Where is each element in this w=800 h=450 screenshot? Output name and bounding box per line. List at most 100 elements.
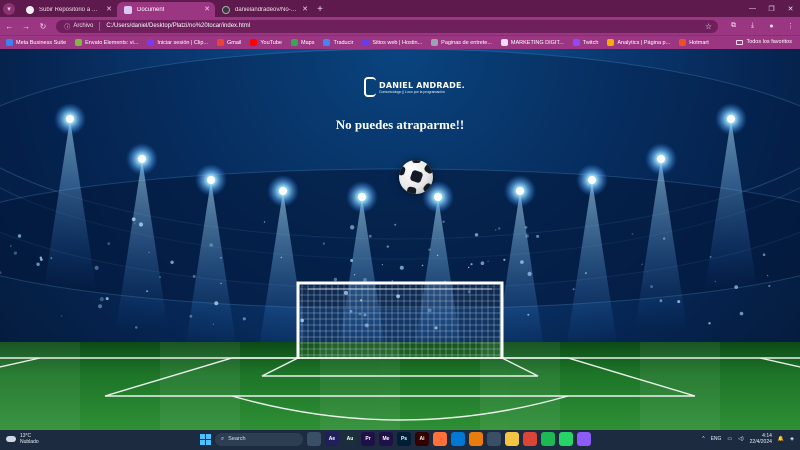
tab-search-button[interactable]: ▾: [3, 3, 15, 15]
bookmark-item[interactable]: Gmail: [217, 39, 241, 46]
document-icon: [124, 6, 132, 14]
calendar-icon[interactable]: [487, 432, 501, 446]
crowd-bokeh: [762, 253, 766, 256]
windows-start-icon[interactable]: [200, 433, 211, 445]
notification-bell-icon[interactable]: 🔔: [778, 436, 784, 442]
weather-desc: Nublado: [20, 439, 39, 445]
crowd-bokeh: [768, 284, 771, 288]
close-window-icon[interactable]: ✕: [781, 0, 800, 17]
brace-left-icon: [364, 77, 376, 97]
all-bookmarks-button[interactable]: Todos los favoritos: [736, 39, 792, 45]
site-info-chip[interactable]: ⓘ Archivo: [64, 21, 101, 31]
crowd-bokeh: [159, 275, 162, 279]
crowd-bokeh: [503, 258, 506, 261]
soccer-ball[interactable]: [399, 160, 433, 194]
taskbar-search[interactable]: ⌕ Search: [215, 432, 303, 446]
tab-title: danielandradeov/No-me-pued...: [235, 6, 297, 13]
photoshop-icon[interactable]: Ps: [397, 432, 411, 446]
chrome-icon[interactable]: [523, 432, 537, 446]
bookmark-favicon-icon: [291, 39, 298, 46]
address-bar[interactable]: ⓘ Archivo C:/Users/daniel/Desktop/Platzi…: [56, 19, 718, 33]
vscode-icon[interactable]: [451, 432, 465, 446]
bookmark-favicon-icon: [500, 39, 508, 46]
crowd-bokeh: [663, 237, 666, 240]
folder-icon[interactable]: [505, 432, 519, 446]
stadium-light: [434, 193, 442, 201]
bookmark-item[interactable]: Iniciar sesión | Clip...: [147, 39, 208, 46]
reload-icon[interactable]: ↻: [36, 19, 51, 34]
crowd-bokeh: [98, 304, 103, 309]
browser-toolbar: ← → ↻ ⓘ Archivo C:/Users/daniel/Desktop/…: [0, 17, 800, 35]
after-effects-icon[interactable]: Ae: [325, 432, 339, 446]
bookmark-favicon-icon: [6, 39, 13, 46]
bookmark-item[interactable]: Maps: [291, 39, 314, 46]
stadium-light: [516, 187, 524, 195]
crowd-bokeh: [36, 262, 40, 266]
weather-widget[interactable]: 13°C Nublado: [6, 433, 39, 445]
minimize-icon[interactable]: —: [743, 0, 762, 17]
crowd-bokeh: [99, 297, 104, 302]
close-icon[interactable]: ✕: [302, 5, 308, 13]
illustrator-icon[interactable]: Ai: [415, 432, 429, 446]
bookmark-item[interactable]: Envato Elements: vi...: [75, 39, 138, 46]
tab-subir-repositorio[interactable]: Subir Repositorio a GitHub ✕: [19, 2, 117, 17]
tab-github-repo[interactable]: danielandradeov/No-me-pued... ✕: [215, 2, 313, 17]
bookmark-item[interactable]: Hotmart: [679, 39, 709, 46]
tab-document[interactable]: Document ✕: [117, 2, 215, 17]
bookmark-item[interactable]: Paginas de entrete...: [431, 39, 492, 46]
clock[interactable]: 4:14 22/4/2024: [750, 433, 772, 445]
download-icon[interactable]: ⤓: [743, 19, 762, 34]
bookmark-label: Sitios web | Hostin...: [372, 39, 423, 46]
bookmark-star-icon[interactable]: ☆: [705, 22, 712, 31]
crowd-bokeh: [442, 220, 445, 223]
audition-icon[interactable]: Au: [343, 432, 357, 446]
ball-patch: [406, 186, 417, 194]
whatsapp-icon[interactable]: [559, 432, 573, 446]
extensions-icon[interactable]: ⧉: [724, 19, 743, 34]
more-menu-icon[interactable]: ⋮: [781, 19, 800, 34]
close-icon[interactable]: ✕: [204, 5, 210, 13]
crowd-bokeh: [94, 265, 99, 270]
crowd-bokeh: [10, 245, 12, 247]
bookmark-item[interactable]: Sitios web | Hostin...: [362, 39, 422, 46]
site-info-label: Archivo: [73, 23, 94, 29]
chevron-up-icon[interactable]: ^: [702, 436, 704, 442]
firefox-icon[interactable]: [433, 432, 447, 446]
file-manager-icon[interactable]: [307, 432, 321, 446]
bookmark-label: Analytics | Página p...: [617, 39, 671, 46]
bookmark-item[interactable]: MARKETING DIGIT...: [500, 39, 564, 46]
volume-icon[interactable]: ◁): [738, 436, 744, 442]
media-encoder-icon[interactable]: Me: [379, 432, 393, 446]
ball-patch: [412, 160, 421, 163]
bookmark-label: Gmail: [227, 39, 242, 46]
crowd-bokeh: [631, 233, 634, 235]
maximize-icon[interactable]: ❐: [762, 0, 781, 17]
bookmark-favicon-icon: [147, 39, 155, 46]
blender-icon[interactable]: [469, 432, 483, 446]
close-icon[interactable]: ✕: [106, 5, 112, 13]
crowd-bokeh: [734, 285, 739, 289]
bookmark-item[interactable]: Traducir: [323, 39, 353, 46]
windows-taskbar: 13°C Nublado ⌕ Search Ae Au Pr Me Ps Ai ^ ENG…: [0, 430, 800, 450]
crowd-bokeh: [399, 265, 404, 270]
all-bookmarks-label: Todos los favoritos: [746, 39, 792, 45]
bookmarks-bar: Meta Business Suite Envato Elements: vi..…: [0, 35, 800, 49]
premiere-icon[interactable]: Pr: [361, 432, 375, 446]
language-indicator[interactable]: ENG: [711, 436, 722, 442]
bookmark-item[interactable]: Meta Business Suite: [6, 39, 66, 46]
back-arrow-icon[interactable]: ←: [2, 19, 17, 34]
crowd-bokeh: [13, 251, 17, 255]
spotify-icon[interactable]: [541, 432, 555, 446]
git-app-icon[interactable]: [577, 432, 591, 446]
copilot-icon[interactable]: ◈: [790, 436, 794, 442]
network-icon[interactable]: ▭: [727, 436, 732, 442]
bookmark-item[interactable]: Twitch: [572, 39, 598, 46]
profile-icon[interactable]: ●: [762, 19, 781, 34]
bookmark-item[interactable]: Analytics | Página p...: [607, 39, 670, 46]
window-controls: — ❐ ✕: [743, 0, 800, 17]
bookmark-item[interactable]: YouTube: [250, 39, 282, 46]
info-icon: ⓘ: [64, 24, 71, 31]
new-tab-button[interactable]: +: [313, 2, 327, 17]
crowd-bokeh: [527, 313, 530, 316]
forward-arrow-icon[interactable]: →: [19, 19, 34, 34]
